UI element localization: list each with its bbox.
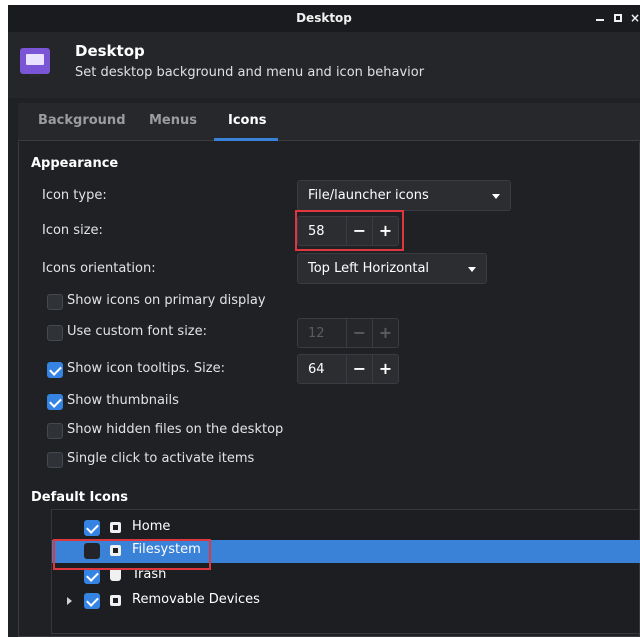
single-click-label: Single click to activate items bbox=[67, 451, 255, 466]
icon-type-value: File/launcher icons bbox=[308, 188, 429, 203]
single-click-checkbox[interactable] bbox=[47, 452, 63, 468]
removable-device-icon bbox=[110, 595, 121, 606]
default-icons-heading: Default Icons bbox=[31, 490, 128, 505]
title-bar[interactable]: Desktop × bbox=[8, 5, 640, 32]
custom-font-size-label: Use custom font size: bbox=[67, 324, 208, 339]
tab-background[interactable]: Background bbox=[38, 113, 126, 128]
tooltip-size-input[interactable]: 64 bbox=[297, 354, 347, 384]
removable-devices-checkbox[interactable] bbox=[84, 593, 100, 609]
minimize-icon bbox=[596, 19, 604, 21]
list-item-home[interactable]: Home bbox=[52, 517, 640, 540]
show-thumbnails-checkbox[interactable] bbox=[47, 394, 63, 410]
minimize-button[interactable] bbox=[594, 9, 606, 24]
tooltip-size-increment-button[interactable]: + bbox=[372, 354, 399, 384]
filesystem-highlight bbox=[53, 539, 211, 570]
home-icon bbox=[110, 522, 121, 533]
active-tab-indicator bbox=[214, 138, 278, 141]
trash-checkbox[interactable] bbox=[84, 568, 100, 584]
custom-font-size-decrement-button: − bbox=[346, 318, 373, 348]
window-title: Desktop bbox=[296, 11, 352, 25]
icons-panel: Appearance Icon type: File/launcher icon… bbox=[18, 142, 640, 637]
desktop-monitor-icon bbox=[20, 48, 50, 77]
home-label: Home bbox=[132, 519, 171, 534]
chevron-down-icon bbox=[468, 267, 476, 272]
icon-type-dropdown[interactable]: File/launcher icons bbox=[297, 180, 511, 211]
show-hidden-files-checkbox[interactable] bbox=[47, 423, 63, 439]
close-button[interactable]: × bbox=[629, 11, 640, 25]
tab-menus[interactable]: Menus bbox=[149, 113, 197, 128]
removable-devices-label: Removable Devices bbox=[132, 592, 260, 607]
show-on-primary-label: Show icons on primary display bbox=[67, 293, 266, 308]
icons-orientation-value: Top Left Horizontal bbox=[308, 261, 430, 276]
maximize-button[interactable] bbox=[612, 11, 624, 25]
custom-font-size-spinner: 12 − + bbox=[297, 318, 400, 348]
icon-tooltips-label: Show icon tooltips. Size: bbox=[67, 361, 225, 376]
custom-font-size-increment-button: + bbox=[372, 318, 399, 348]
maximize-icon bbox=[614, 14, 622, 22]
show-hidden-files-label: Show hidden files on the desktop bbox=[67, 422, 284, 437]
custom-font-size-input: 12 bbox=[297, 318, 347, 348]
home-checkbox[interactable] bbox=[84, 520, 100, 536]
tab-icons[interactable]: Icons bbox=[228, 113, 266, 128]
icon-tooltips-checkbox[interactable] bbox=[47, 362, 63, 378]
show-thumbnails-label: Show thumbnails bbox=[67, 393, 179, 408]
icon-size-label: Icon size: bbox=[42, 223, 103, 238]
default-icons-list: Home Filesystem Trash Removable Devices bbox=[51, 509, 640, 634]
chevron-down-icon bbox=[492, 194, 500, 199]
tooltip-size-decrement-button[interactable]: − bbox=[346, 354, 373, 384]
trash-icon bbox=[110, 570, 121, 581]
dialog-title: Desktop bbox=[75, 42, 145, 60]
show-on-primary-checkbox[interactable] bbox=[47, 294, 63, 310]
tab-bar: Background Menus Icons bbox=[18, 103, 640, 141]
expander-arrow-icon[interactable] bbox=[67, 597, 72, 605]
icons-orientation-label: Icons orientation: bbox=[42, 261, 156, 276]
appearance-heading: Appearance bbox=[31, 156, 119, 171]
tooltip-size-spinner[interactable]: 64 − + bbox=[297, 354, 400, 384]
desktop-settings-window: Desktop × Desktop Set desktop background… bbox=[8, 5, 640, 637]
icons-orientation-dropdown[interactable]: Top Left Horizontal bbox=[297, 253, 487, 284]
icon-size-highlight bbox=[295, 210, 404, 251]
custom-font-size-checkbox[interactable] bbox=[47, 325, 63, 341]
dialog-header: Desktop Set desktop background and menu … bbox=[8, 32, 640, 98]
list-item-removable-devices[interactable]: Removable Devices bbox=[52, 590, 640, 613]
icon-type-label: Icon type: bbox=[42, 188, 107, 203]
dialog-subtitle: Set desktop background and menu and icon… bbox=[75, 65, 425, 80]
